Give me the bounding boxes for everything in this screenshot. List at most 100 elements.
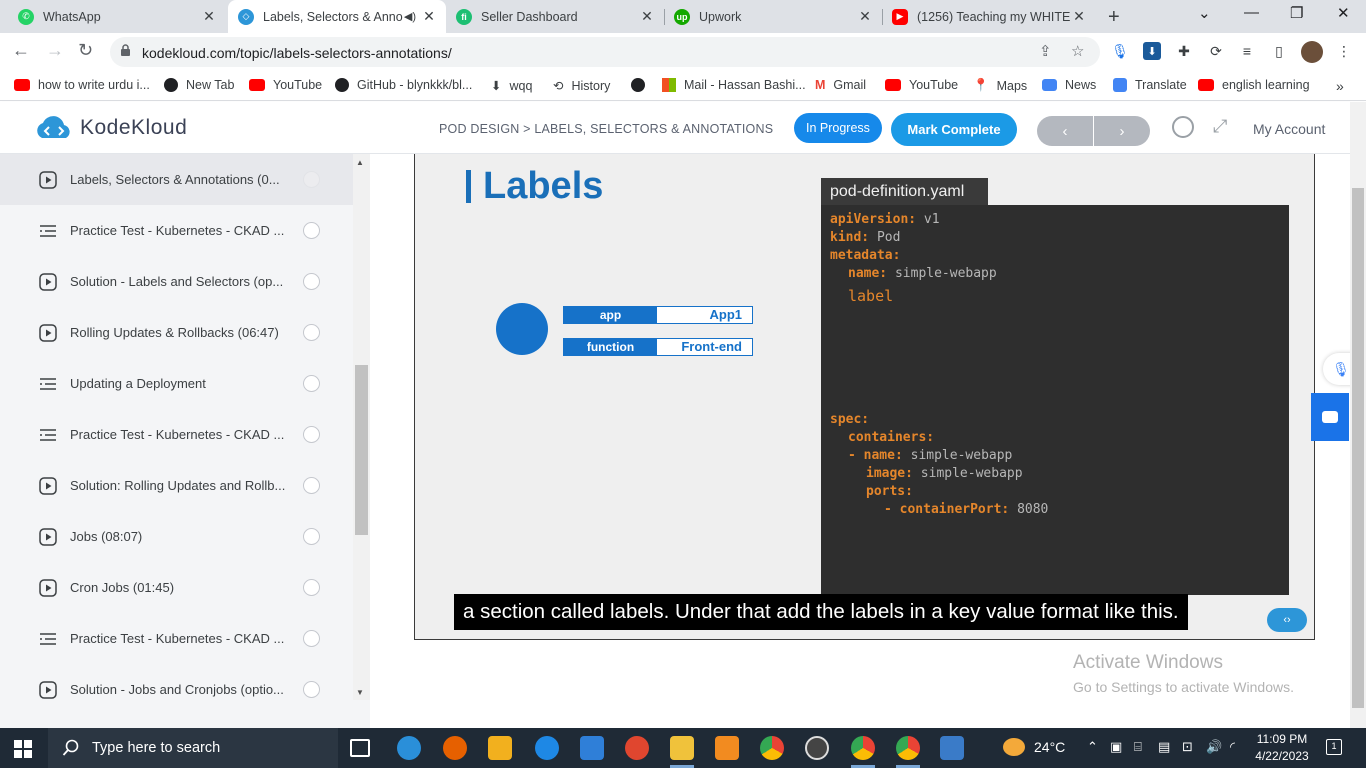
close-icon[interactable]: ✕ (640, 8, 654, 25)
speaker-icon[interactable]: ◀) (404, 10, 416, 23)
completion-circle-icon[interactable] (303, 630, 320, 647)
camera-icon[interactable]: ▣ (1110, 739, 1122, 755)
settings-app-icon[interactable] (715, 736, 739, 760)
bookmark-item[interactable]: how to write urdu i... (14, 78, 150, 92)
device-icon[interactable]: ▤ (1158, 739, 1170, 755)
wifi-icon[interactable]: ◜ (1230, 739, 1235, 755)
scroll-down-arrow-icon[interactable]: ▼ (356, 688, 364, 697)
completion-circle-icon[interactable] (303, 222, 320, 239)
chevron-up-icon[interactable]: ⌃ (1087, 739, 1098, 755)
back-button[interactable]: ← (12, 40, 30, 61)
bookmark-item[interactable]: Translate (1113, 78, 1187, 92)
bookmark-item[interactable]: News (1042, 78, 1096, 92)
bookmark-item[interactable]: ⟲ History (553, 78, 610, 94)
bookmark-star-icon[interactable]: ☆ (1071, 42, 1084, 60)
close-icon[interactable]: ✕ (858, 8, 872, 25)
sidebar-lesson-item[interactable]: Cron Jobs (01:45) (0, 562, 353, 613)
extensions-puzzle-icon[interactable]: ✚ (1175, 42, 1193, 60)
taskbar-search[interactable]: Type here to search (48, 728, 338, 768)
bookmark-item[interactable]: New Tab (164, 78, 234, 92)
dark-mode-toggle-icon[interactable] (1172, 116, 1194, 138)
bookmark-item[interactable]: english learning (1198, 78, 1310, 92)
address-bar[interactable]: kodekloud.com/topic/labels-selectors-ann… (110, 37, 1100, 67)
forward-button[interactable]: → (46, 40, 64, 61)
bookmark-item[interactable]: YouTube (249, 78, 322, 92)
page-scrollbar-thumb[interactable] (1352, 188, 1364, 708)
tab-upwork[interactable]: up Upwork ✕ (664, 0, 882, 33)
sidebar-lesson-item[interactable]: Updating a Deployment (0, 358, 353, 409)
obs-icon[interactable] (805, 736, 829, 760)
completion-circle-icon[interactable] (303, 426, 320, 443)
weather-widget[interactable]: 24°C (1003, 738, 1065, 756)
mark-complete-button[interactable]: Mark Complete (891, 113, 1017, 146)
sidebar-lesson-item[interactable]: Solution - Jobs and Cronjobs (optio... (0, 664, 353, 715)
tab-seller-dashboard[interactable]: fi Seller Dashboard ✕ (446, 0, 664, 33)
bookmark-item[interactable]: Mail - Hassan Bashi... (662, 78, 806, 92)
microsoft-store-icon[interactable] (488, 736, 512, 760)
sidebar-lesson-item[interactable]: Practice Test - Kubernetes - CKAD ... (0, 613, 353, 664)
bookmark-item[interactable] (631, 78, 653, 92)
new-tab-button[interactable]: + (1108, 6, 1120, 29)
close-icon[interactable]: ✕ (1072, 8, 1086, 25)
more-bookmarks-button[interactable]: » (1336, 78, 1344, 94)
mail-icon[interactable] (580, 736, 604, 760)
file-explorer-icon[interactable] (670, 736, 694, 760)
chrome-icon[interactable] (760, 736, 784, 760)
menu-kebab-icon[interactable]: ⋮ (1335, 42, 1353, 60)
tab-youtube[interactable]: ▶ (1256) Teaching my WHITE fr ✕ (882, 0, 1096, 33)
volume-icon[interactable]: 🔊 (1206, 739, 1222, 755)
bookmark-item[interactable]: GitHub - blynkkk/bl... (335, 78, 472, 92)
sync-icon[interactable]: ⟳ (1207, 42, 1225, 60)
minimize-button[interactable]: — (1244, 4, 1259, 21)
sidebar-lesson-item[interactable]: Solution: Rolling Updates and Rollb... (0, 460, 353, 511)
shell-app-icon[interactable] (625, 736, 649, 760)
system-clock[interactable]: 11:09 PM 4/22/2023 (1253, 731, 1311, 765)
task-view-icon[interactable] (350, 739, 370, 757)
tab-kodekloud[interactable]: ◇ Labels, Selectors & Anno ◀) ✕ (228, 0, 446, 33)
next-lesson-button[interactable]: › (1094, 116, 1150, 146)
chat-widget-button[interactable] (1311, 393, 1349, 441)
photos-icon[interactable] (940, 736, 964, 760)
fullscreen-icon[interactable]: ⤢ (1213, 116, 1227, 137)
scroll-up-arrow-icon[interactable]: ▲ (356, 158, 364, 167)
sidebar-lesson-item[interactable]: Rolling Updates & Rollbacks (06:47) (0, 307, 353, 358)
tab-search-icon[interactable]: ⌄ (1198, 4, 1211, 22)
network-device-icon[interactable]: ⌸ (1134, 739, 1142, 755)
bookmark-item[interactable]: M Gmail (815, 78, 866, 92)
close-icon[interactable]: ✕ (422, 8, 436, 25)
completion-circle-icon[interactable] (303, 375, 320, 392)
sidebar-scrollbar-thumb[interactable] (355, 365, 368, 535)
bookmark-item[interactable]: YouTube (885, 78, 958, 92)
close-icon[interactable]: ✕ (202, 8, 216, 25)
completion-circle-icon[interactable] (303, 528, 320, 545)
chrome-profile-icon[interactable] (851, 736, 875, 760)
completion-circle-icon[interactable] (303, 579, 320, 596)
notification-icon[interactable]: 1 (1326, 739, 1342, 755)
sidebar-lesson-item[interactable]: Practice Test - Kubernetes - CKAD ... (0, 205, 353, 256)
download-extension-icon[interactable]: ⬇ (1143, 42, 1161, 60)
profile-avatar[interactable] (1301, 41, 1323, 63)
sidebar-lesson-item[interactable]: Jobs (08:07) (0, 511, 353, 562)
previous-lesson-button[interactable]: ‹ (1037, 116, 1093, 146)
voice-extension-icon[interactable]: 🎙 (1111, 42, 1129, 60)
completion-circle-icon[interactable] (303, 477, 320, 494)
skype-icon[interactable] (535, 736, 559, 760)
screen-capture-icon[interactable]: ⊡ (1182, 739, 1193, 755)
sidebar-lesson-item[interactable]: Practice Test - Kubernetes - CKAD ... (0, 409, 353, 460)
completion-circle-icon[interactable] (303, 681, 320, 698)
completion-circle-icon[interactable] (303, 171, 320, 188)
sidebar-lesson-item[interactable]: Labels, Selectors & Annotations (0... (0, 154, 353, 205)
reload-button[interactable]: ↻ (78, 40, 93, 61)
firefox-icon[interactable] (443, 736, 467, 760)
bookmark-item[interactable]: ⬇ wqq (491, 78, 532, 94)
completion-circle-icon[interactable] (303, 324, 320, 341)
share-icon[interactable]: ⇪ (1039, 42, 1052, 60)
kodekloud-logo[interactable]: KodeKloud (34, 114, 187, 142)
close-window-button[interactable]: ✕ (1337, 4, 1350, 22)
bookmark-item[interactable]: 📍 Maps (973, 78, 1027, 93)
completion-circle-icon[interactable] (303, 273, 320, 290)
my-account-link[interactable]: My Account (1253, 121, 1325, 137)
windows-start-icon[interactable] (14, 740, 32, 758)
restore-button[interactable]: ❐ (1290, 4, 1303, 22)
side-panel-icon[interactable]: ▯ (1270, 42, 1288, 60)
